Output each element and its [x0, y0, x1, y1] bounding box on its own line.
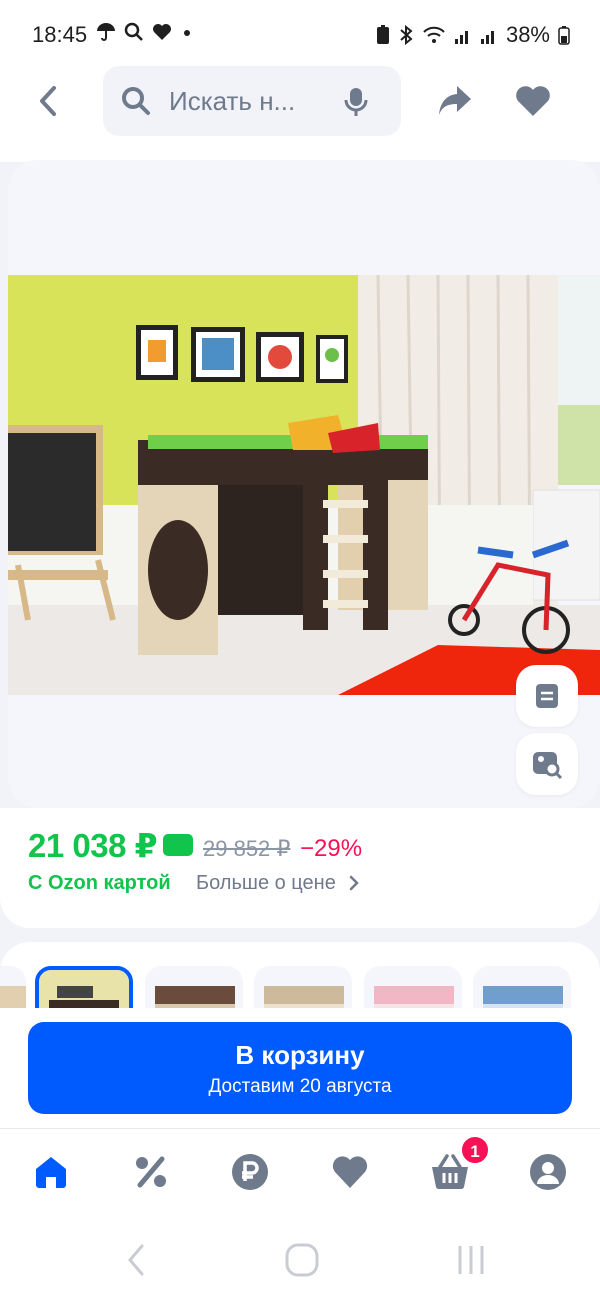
status-bar: 18:45 38% [0, 0, 600, 66]
top-bar: Искать н... [0, 66, 600, 162]
signal-icon-1 [454, 31, 468, 44]
nav-favorites[interactable] [331, 1153, 371, 1193]
visual-search-button[interactable] [516, 733, 578, 795]
product-gallery[interactable] [8, 160, 600, 808]
description-button[interactable] [516, 665, 578, 727]
bottom-navigation [0, 1128, 600, 1218]
variant-thumb-selected[interactable] [35, 966, 133, 1012]
heart-icon [516, 86, 550, 116]
image-search-icon [533, 752, 563, 779]
variant-thumb[interactable] [473, 966, 571, 1012]
old-price: 29 852 ₽ [203, 836, 291, 861]
nav-profile[interactable] [529, 1153, 569, 1193]
bluetooth-icon [400, 25, 413, 45]
cart-count-badge: 1 [460, 1135, 490, 1165]
microphone-icon[interactable] [343, 86, 369, 118]
discount-badge: −29% [300, 835, 363, 862]
ozon-card-icon [163, 834, 193, 856]
profile-icon [530, 1154, 566, 1190]
more-about-price-label: Больше о цене [196, 872, 336, 894]
ruble-icon [232, 1154, 268, 1190]
search-icon [122, 87, 150, 115]
chevron-right-icon [350, 875, 360, 891]
percent-icon [136, 1156, 166, 1188]
system-navigation-bar [0, 1218, 600, 1299]
battery-icon [558, 26, 570, 45]
heart-icon [332, 1156, 368, 1188]
document-icon [536, 684, 558, 708]
variant-thumb[interactable] [364, 966, 462, 1012]
delivery-date: Доставим 20 августа [208, 1076, 392, 1097]
battery-percent: 38% [505, 22, 550, 47]
search-input[interactable]: Искать н... [103, 66, 401, 136]
signal-icon-2 [480, 31, 494, 44]
nav-home[interactable] [32, 1153, 72, 1193]
product-photo[interactable] [8, 275, 600, 695]
variant-thumb[interactable] [254, 966, 352, 1012]
favorite-button[interactable] [514, 84, 552, 123]
add-to-cart-button[interactable]: В корзину Доставим 20 августа [28, 1022, 572, 1114]
variant-selector [0, 942, 600, 1012]
battery-saver-icon [376, 25, 389, 44]
current-price: 21 038 ₽ [28, 827, 158, 864]
add-to-cart-label: В корзину [235, 1040, 365, 1070]
dot-icon [184, 30, 190, 36]
search-status-icon [124, 22, 143, 41]
search-placeholder: Искать н... [169, 86, 296, 116]
chevron-left-icon [40, 86, 56, 116]
system-recents-icon[interactable] [454, 1242, 488, 1278]
cart-area: В корзину Доставим 20 августа [0, 1008, 600, 1128]
nav-finance[interactable] [231, 1153, 271, 1193]
wifi-icon [423, 26, 445, 43]
share-button[interactable] [437, 84, 473, 123]
system-back-icon[interactable] [122, 1242, 152, 1278]
back-button[interactable] [30, 82, 66, 122]
status-time: 18:45 [32, 22, 88, 47]
ozon-card-label: С Ozon картой [28, 872, 171, 894]
system-home-icon[interactable] [284, 1242, 320, 1278]
variant-thumb[interactable] [0, 966, 26, 1012]
umbrella-icon [97, 23, 115, 41]
variant-thumb[interactable] [145, 966, 243, 1012]
more-about-price-link[interactable]: Больше о цене [196, 872, 361, 895]
heart-status-icon [153, 24, 171, 40]
home-icon [36, 1157, 66, 1188]
price-section: 21 038 ₽ 29 852 ₽ −29% С Ozon картой Бол… [0, 808, 600, 928]
share-icon [439, 86, 471, 115]
nav-promo[interactable] [132, 1153, 172, 1193]
